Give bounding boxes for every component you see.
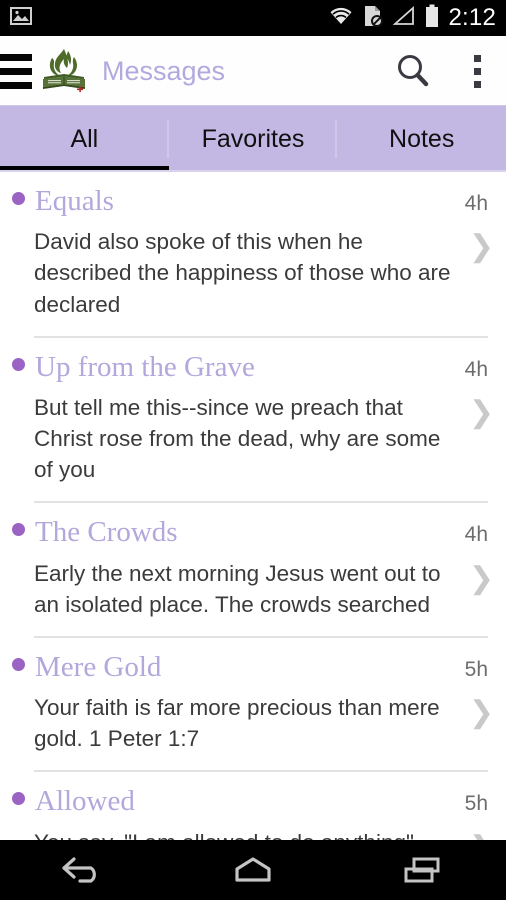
chevron-right-icon[interactable]: ❯ [469, 832, 494, 840]
image-icon [10, 6, 32, 31]
message-title: Up from the Grave [35, 350, 255, 383]
status-bar-notifications [10, 6, 32, 31]
tab-notes[interactable]: Notes [337, 106, 506, 172]
list-item-header: The Crowds 4h [0, 516, 506, 549]
message-preview: You say, "I am allowed to do anything"--… [34, 827, 454, 840]
message-title: Allowed [35, 785, 135, 818]
status-bar-clock: 2:12 [448, 4, 496, 31]
list-item[interactable]: Allowed 5h You say, "I am allowed to do … [0, 772, 506, 840]
message-title: Mere Gold [35, 650, 162, 683]
app-screen: 2:12 Messages All Favorites Notes Equals… [0, 0, 506, 900]
action-bar-buttons [378, 36, 506, 106]
list-item-body: But tell me this--since we preach that C… [0, 392, 506, 485]
list-item-body: Early the next morning Jesus went out to… [0, 558, 506, 620]
chevron-right-icon[interactable]: ❯ [469, 232, 494, 262]
list-item[interactable]: The Crowds 4h Early the next morning Jes… [0, 503, 506, 638]
message-timestamp: 4h [464, 192, 488, 215]
status-bar-system-icons: 2:12 [328, 4, 496, 33]
overflow-dot [473, 80, 481, 88]
tab-label: All [70, 124, 99, 153]
message-preview: But tell me this--since we preach that C… [34, 395, 441, 483]
message-timestamp: 4h [464, 523, 488, 547]
chevron-right-icon[interactable]: ❯ [469, 698, 494, 728]
signal-triangle-icon [392, 5, 416, 31]
status-bar: 2:12 [0, 0, 506, 36]
tab-bar: All Favorites Notes [0, 106, 506, 172]
tab-label: Notes [389, 124, 455, 153]
unread-dot-icon [12, 657, 25, 671]
unread-dot-icon [12, 792, 25, 806]
sd-card-disabled-icon [363, 5, 384, 32]
list-item-body: Your faith is far more precious than mer… [0, 692, 506, 754]
list-item-header: Up from the Grave 4h [0, 350, 506, 383]
message-list[interactable]: Equals 4h David also spoke of this when … [0, 172, 506, 840]
overflow-dot [473, 54, 481, 62]
message-timestamp: 4h [464, 357, 488, 381]
tab-label: Favorites [201, 124, 305, 153]
message-preview: Early the next morning Jesus went out to… [34, 560, 441, 617]
list-item-header: Allowed 5h [0, 785, 506, 818]
unread-dot-icon [12, 523, 25, 537]
list-item[interactable]: Equals 4h David also spoke of this when … [0, 172, 506, 338]
search-icon[interactable] [378, 36, 448, 106]
system-navigation-bar [0, 840, 506, 900]
church-flame-book-logo [40, 46, 88, 96]
hamburger-menu-icon[interactable] [0, 51, 32, 91]
unread-dot-icon [12, 357, 25, 371]
tab-favorites[interactable]: Favorites [169, 106, 338, 172]
hamburger-bar [0, 67, 32, 75]
battery-icon [425, 4, 439, 33]
chevron-right-icon[interactable]: ❯ [469, 398, 494, 428]
list-item-body: David also spoke of this when he describ… [0, 226, 506, 319]
page-title: Messages [102, 55, 226, 86]
message-title: Equals [35, 185, 114, 217]
chevron-right-icon[interactable]: ❯ [469, 563, 494, 594]
home-icon[interactable] [208, 840, 298, 900]
message-preview: David also spoke of this when he describ… [34, 229, 451, 317]
list-item[interactable]: Mere Gold 5h Your faith is far more prec… [0, 638, 506, 773]
unread-dot-icon [12, 192, 25, 205]
overflow-dot [473, 67, 481, 75]
message-title: The Crowds [35, 516, 178, 549]
list-item-header: Equals 4h [0, 186, 506, 216]
list-item[interactable]: Up from the Grave 4h But tell me this--s… [0, 338, 506, 504]
hamburger-bar [0, 81, 32, 89]
wifi-icon [328, 6, 354, 31]
action-bar: Messages [0, 36, 506, 106]
list-item-header: Mere Gold 5h [0, 650, 506, 683]
message-timestamp: 5h [464, 792, 488, 816]
tab-all[interactable]: All [0, 106, 169, 172]
recent-apps-icon[interactable] [377, 840, 467, 900]
message-timestamp: 5h [464, 657, 488, 681]
hamburger-bar [0, 53, 32, 61]
overflow-menu-icon[interactable] [448, 36, 506, 106]
back-arrow-icon[interactable] [39, 840, 129, 900]
list-item-body: You say, "I am allowed to do anything"--… [0, 827, 506, 840]
message-preview: Your faith is far more precious than mer… [34, 695, 440, 752]
